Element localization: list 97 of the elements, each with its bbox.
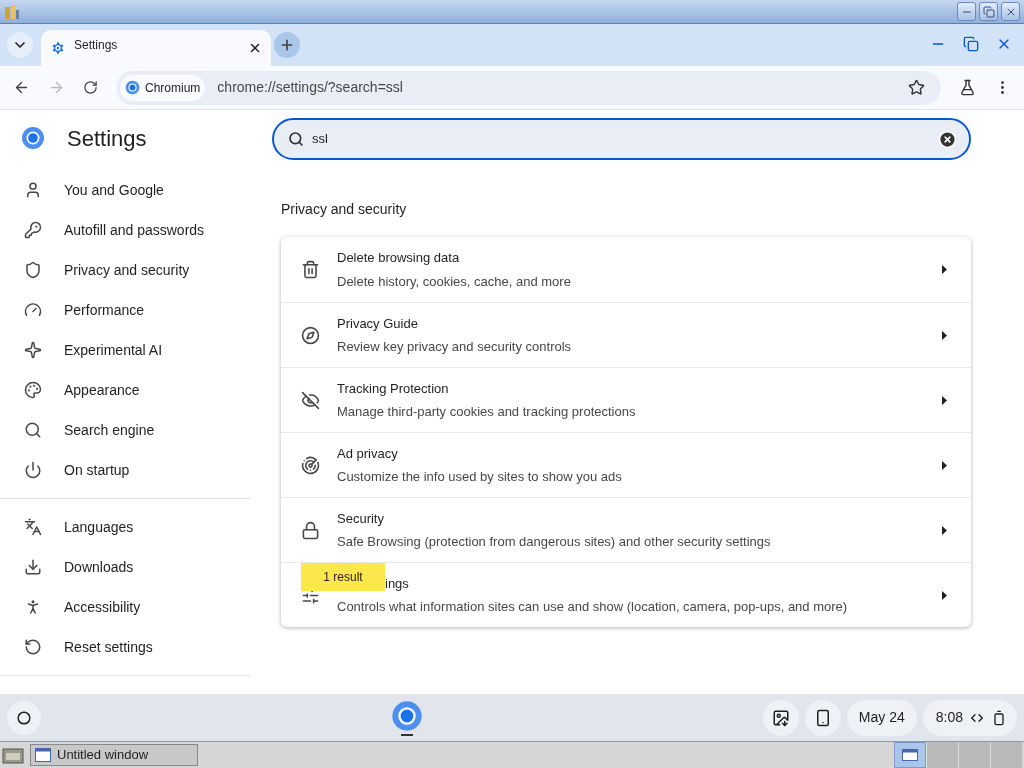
settings-row[interactable]: Ad privacy Customize the info used by sites to show you ads: [281, 432, 971, 497]
tab-search-button[interactable]: [7, 32, 33, 58]
sidebar-item[interactable]: Search engine: [0, 410, 242, 450]
restore-icon: [982, 5, 995, 18]
bookmark-star-icon[interactable]: [908, 79, 925, 96]
address-bar[interactable]: Chromium chrome://settings/?search=ssl: [116, 70, 941, 105]
file-manager-icon: [2, 745, 24, 765]
eye-off-icon: [301, 390, 320, 410]
row-description: Manage third-party cookies and tracking protections: [337, 403, 636, 421]
search-icon: [288, 131, 304, 147]
site-chip[interactable]: Chromium: [120, 74, 206, 101]
person-icon: [24, 181, 42, 199]
arrow-right-icon: [942, 265, 947, 274]
maximize-button[interactable]: [979, 2, 998, 21]
sidebar-item[interactable]: Appearance: [0, 370, 242, 410]
clear-search-icon[interactable]: [938, 129, 957, 149]
browser-tab[interactable]: Settings: [41, 30, 271, 66]
gauge-icon: [24, 301, 42, 319]
compass-icon: [301, 325, 320, 345]
translate-icon: [24, 518, 42, 536]
circle-icon: [17, 710, 31, 725]
phone-hub-button[interactable]: [804, 699, 841, 736]
row-description: Delete history, cookies, cache, and more: [337, 272, 571, 291]
image-download-icon: [771, 708, 790, 727]
row-title: Delete browsing data: [337, 249, 460, 267]
chromium-logo-icon: [21, 126, 45, 150]
search-icon: [24, 421, 42, 439]
power-icon: [24, 461, 42, 479]
back-icon[interactable]: [13, 79, 30, 96]
palette-icon: [24, 381, 42, 399]
tab-title: Settings: [74, 37, 119, 54]
window-icon: [35, 748, 51, 762]
settings-row[interactable]: 1 result ings Controls what information sites can use and show (location, camera, pop-ups, and more): [281, 562, 971, 627]
row-title: Ad privacy: [337, 444, 398, 463]
chromium-logo-icon: [390, 699, 423, 732]
status-area-button[interactable]: 8:08: [922, 699, 1017, 736]
chromium-logo-icon: [125, 80, 140, 95]
flask-icon[interactable]: [959, 79, 976, 96]
sidebar-item[interactable]: Privacy and security: [0, 250, 242, 290]
row-description: Review key privacy and security controls: [337, 338, 572, 356]
search-field[interactable]: ssl: [272, 118, 971, 160]
minimize-button[interactable]: [957, 2, 976, 21]
restore-icon[interactable]: [963, 36, 979, 52]
holding-space-button[interactable]: [762, 699, 799, 736]
sidebar-item[interactable]: Accessibility: [0, 587, 242, 627]
sidebar-item[interactable]: Downloads: [0, 547, 242, 587]
battery-icon: [991, 709, 1007, 726]
row-description: Safe Browsing (protection from dangerous sites) and other security settings: [337, 533, 771, 551]
url-text: chrome://settings/?search=ssl: [217, 78, 404, 97]
settings-row[interactable]: Tracking Protection Manage third-party cookies and tracking protections: [281, 367, 971, 432]
row-title: Privacy Guide: [337, 314, 418, 333]
row-description: Controls what information sites can use and show (location, camera, pop-ups, and more): [337, 598, 848, 616]
reset-icon: [24, 638, 42, 656]
time-text: 8:08: [935, 708, 963, 727]
row-description: Customize the info used by sites to show you ads: [337, 468, 622, 486]
settings-row[interactable]: Privacy Guide Review key privacy and security controls: [281, 302, 971, 367]
radar-icon: [301, 455, 320, 475]
site-chip-label: Chromium: [145, 79, 201, 97]
settings-title: Settings: [67, 124, 147, 153]
new-tab-button[interactable]: [274, 32, 300, 58]
row-title: Tracking Protection: [337, 379, 449, 398]
download-icon: [24, 558, 42, 576]
close-tab-icon[interactable]: [248, 41, 262, 55]
reload-icon[interactable]: [83, 80, 98, 95]
row-title: Security: [337, 509, 384, 528]
key-icon: [24, 221, 42, 239]
close-button[interactable]: [1001, 2, 1020, 21]
sidebar-item[interactable]: Languages: [0, 507, 242, 547]
lock-icon: [301, 520, 320, 540]
app-icon: [4, 3, 20, 20]
arrow-right-icon: [942, 330, 947, 340]
date-button[interactable]: May 24: [846, 699, 917, 736]
sidebar-item[interactable]: You and Google: [0, 170, 242, 210]
sidebar-item[interactable]: On startup: [0, 450, 242, 490]
search-result-bubble: 1 result: [301, 563, 385, 591]
settings-row[interactable]: Security Safe Browsing (protection from dangerous sites) and other security settings: [281, 497, 971, 562]
settings-row[interactable]: Delete browsing data Delete history, cookies, cache, and more: [281, 237, 971, 302]
arrow-right-icon: [942, 395, 947, 405]
shield-icon: [24, 261, 42, 279]
arrow-right-icon: [942, 525, 947, 535]
sidebar-item[interactable]: Reset settings: [0, 627, 242, 667]
arrow-right-icon: [942, 460, 947, 470]
section-heading: Privacy and security: [281, 200, 408, 219]
sidebar-item[interactable]: Experimental AI: [0, 330, 242, 370]
sparkle-icon: [24, 341, 42, 359]
trash-icon: [301, 260, 320, 279]
sidebar-item[interactable]: Autofill and passwords: [0, 210, 242, 250]
sidebar-item[interactable]: Performance: [0, 290, 242, 330]
row-title: ings: [385, 574, 409, 593]
plus-icon: [279, 37, 295, 53]
arrow-right-icon: [942, 590, 947, 600]
taskbar-window-button[interactable]: Untitled window: [30, 744, 198, 766]
search-value: ssl: [312, 130, 329, 149]
launcher-button[interactable]: [7, 700, 41, 735]
workspace-active[interactable]: [894, 742, 926, 768]
window-icon: [902, 749, 918, 761]
settings-icon: [50, 40, 66, 56]
